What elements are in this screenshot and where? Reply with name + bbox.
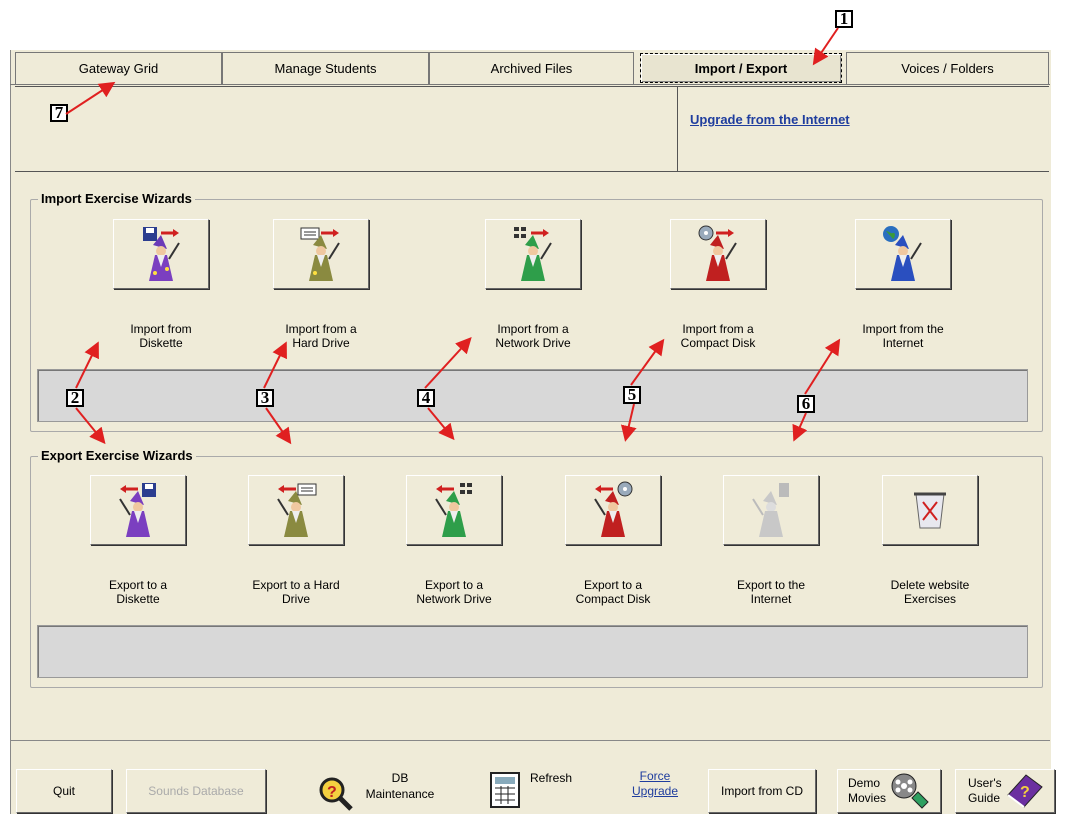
export-harddrive-button[interactable] — [248, 475, 344, 545]
import-internet-label: Import from the Internet — [862, 322, 944, 350]
sounds-database-button[interactable]: Sounds Database — [126, 769, 266, 813]
import-diskette-button[interactable] — [113, 219, 209, 289]
db-maintenance-label: DB Maintenance — [365, 771, 435, 801]
import-group-title: Import Exercise Wizards — [38, 191, 195, 206]
wizard-network-icon — [432, 481, 476, 539]
tab-archived-files[interactable]: Archived Files — [429, 52, 634, 84]
calculator-icon — [490, 772, 520, 808]
callout-3: 3 — [256, 389, 274, 407]
wizard-diskette-icon — [139, 225, 183, 283]
wizard-internet-disabled-icon — [749, 481, 793, 539]
bottom-divider — [10, 740, 1050, 741]
callout-5: 5 — [623, 386, 641, 404]
import-harddrive-button[interactable] — [273, 219, 369, 289]
export-diskette-label: Export to a Diskette — [108, 578, 168, 606]
import-internet-button[interactable] — [855, 219, 951, 289]
import-status-bar — [37, 369, 1028, 422]
film-reel-icon — [888, 772, 930, 810]
callout-6: 6 — [797, 395, 815, 413]
import-diskette-label: Import from Diskette — [130, 322, 192, 350]
delete-website-label: Delete website Exercises — [890, 578, 970, 606]
import-network-label: Import from a Network Drive — [495, 322, 571, 350]
top-panel-divider — [677, 86, 678, 172]
tab-voices-folders[interactable]: Voices / Folders — [846, 52, 1049, 84]
callout-7: 7 — [50, 104, 68, 122]
callout-2: 2 — [66, 389, 84, 407]
export-status-bar — [37, 625, 1028, 678]
export-cd-button[interactable] — [565, 475, 661, 545]
export-network-label: Export to a Network Drive — [416, 578, 492, 606]
export-diskette-button[interactable] — [90, 475, 186, 545]
wizard-network-icon — [511, 225, 555, 283]
demo-movies-label: Demo Movies — [848, 776, 887, 805]
callout-1: 1 — [835, 10, 853, 28]
top-panel — [15, 86, 1049, 172]
quit-label: Quit — [52, 784, 75, 798]
question-book-icon: ? — [1006, 773, 1044, 809]
export-internet-label: Export to the Internet — [736, 578, 806, 606]
users-guide-button[interactable]: User's Guide ? — [955, 769, 1055, 813]
users-guide-label: User's Guide — [968, 776, 1002, 805]
export-group-title: Export Exercise Wizards — [38, 448, 196, 463]
import-cd-label: Import from a Compact Disk — [680, 322, 756, 350]
wizard-harddrive-icon — [299, 225, 343, 283]
import-cd-button[interactable] — [670, 219, 766, 289]
wizard-diskette-icon — [116, 481, 160, 539]
export-cd-label: Export to a Compact Disk — [575, 578, 651, 606]
import-from-cd-button[interactable]: Import from CD — [708, 769, 816, 813]
import-from-cd-label: Import from CD — [720, 784, 803, 798]
import-harddrive-label: Import from a Hard Drive — [285, 322, 357, 350]
wizard-globe-icon — [881, 225, 925, 283]
callout-4: 4 — [417, 389, 435, 407]
tab-baseline — [10, 84, 1050, 85]
trash-can-icon — [910, 488, 950, 532]
tab-manage-students[interactable]: Manage Students — [222, 52, 429, 84]
tab-import-export[interactable]: Import / Export — [640, 53, 842, 83]
refresh-label: Refresh — [530, 771, 573, 785]
magnifier-question-icon: ? — [318, 776, 354, 812]
export-network-button[interactable] — [406, 475, 502, 545]
export-internet-button[interactable] — [723, 475, 819, 545]
sounds-database-label: Sounds Database — [148, 784, 244, 798]
svg-text:?: ? — [327, 784, 337, 801]
quit-button[interactable]: Quit — [16, 769, 112, 813]
force-upgrade-link[interactable]: Force Upgrade — [625, 769, 685, 799]
import-network-button[interactable] — [485, 219, 581, 289]
tab-gateway-grid[interactable]: Gateway Grid — [15, 52, 222, 84]
export-harddrive-label: Export to a Hard Drive — [252, 578, 340, 606]
wizard-cd-icon — [696, 225, 740, 283]
delete-website-exercises-button[interactable] — [882, 475, 978, 545]
wizard-cd-icon — [591, 481, 635, 539]
svg-text:?: ? — [1020, 784, 1030, 801]
upgrade-from-internet-link[interactable]: Upgrade from the Internet — [690, 112, 850, 127]
wizard-harddrive-icon — [274, 481, 318, 539]
demo-movies-button[interactable]: Demo Movies — [837, 769, 941, 813]
